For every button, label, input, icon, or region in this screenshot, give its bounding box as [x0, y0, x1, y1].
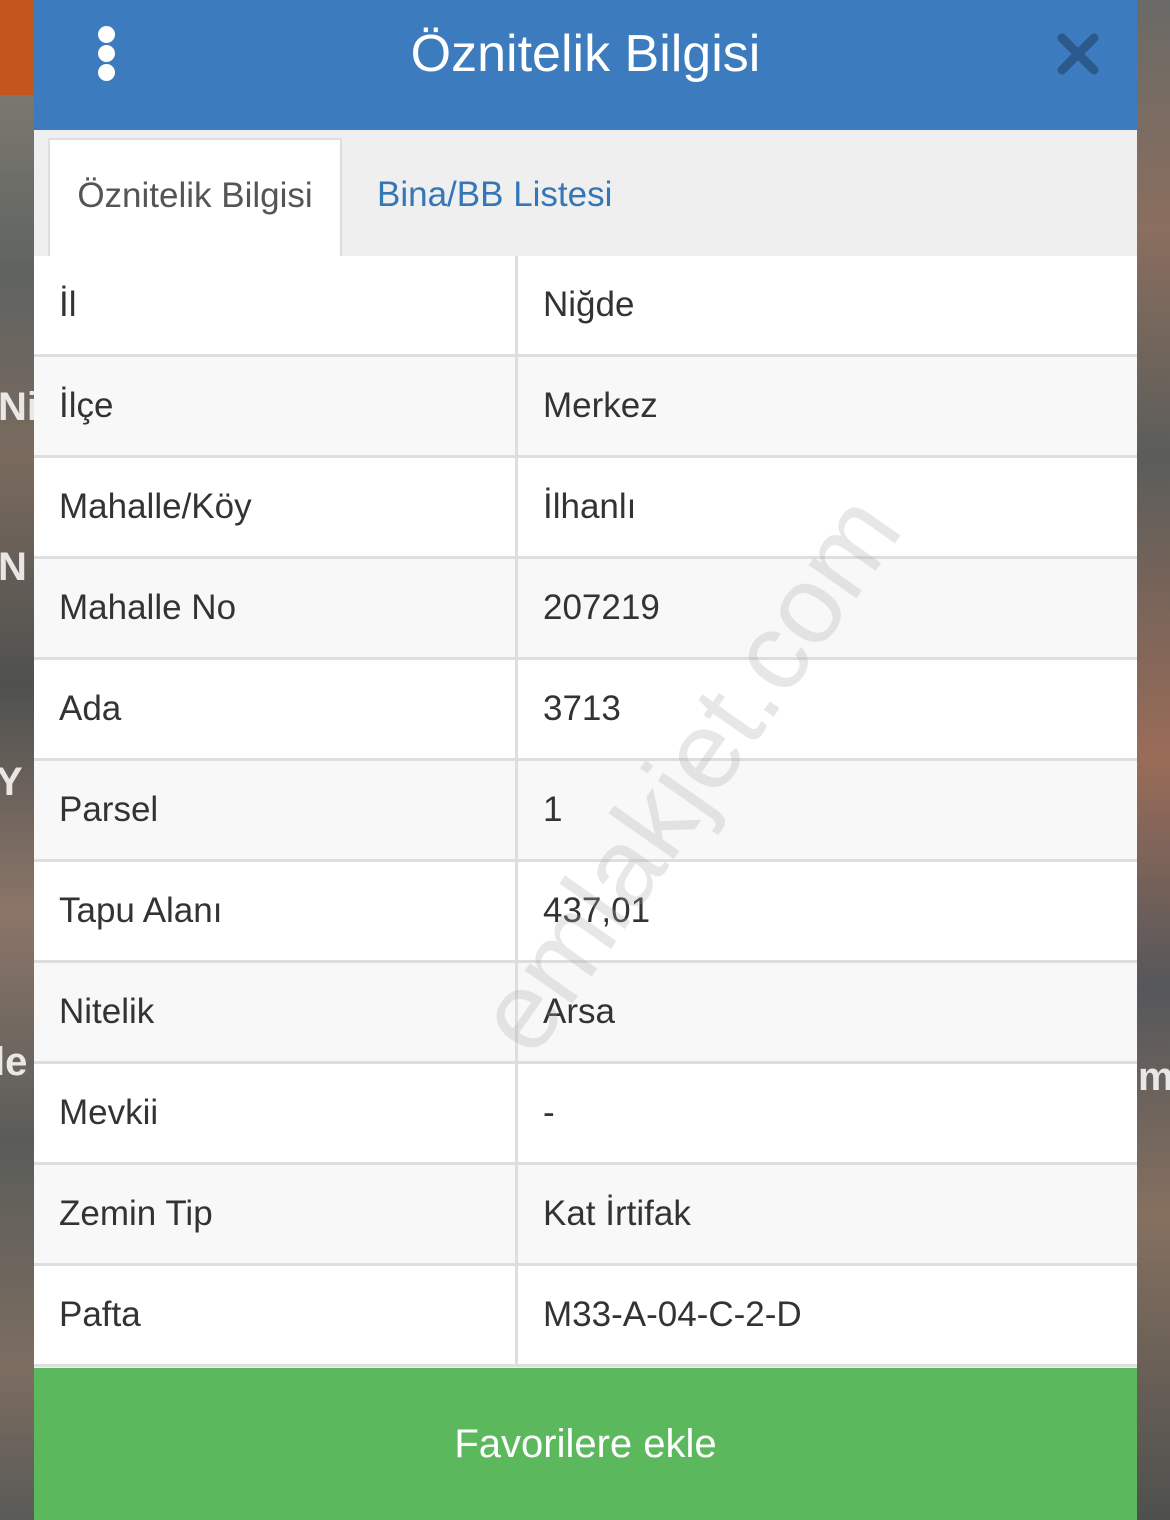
- row-label: Ada: [34, 660, 518, 758]
- row-label: Parsel: [34, 761, 518, 859]
- table-row: Mahalle No 207219: [34, 559, 1137, 660]
- row-label: Mahalle No: [34, 559, 518, 657]
- map-label: m: [1138, 1055, 1170, 1099]
- row-label: Zemin Tip: [34, 1165, 518, 1263]
- row-label: Tapu Alanı: [34, 862, 518, 960]
- dialog-title: Öznitelik Bilgisi: [410, 25, 761, 83]
- table-row: Nitelik Arsa: [34, 963, 1137, 1064]
- map-label: le: [0, 1040, 28, 1084]
- row-value: 437,01: [543, 891, 651, 930]
- row-label: İlçe: [34, 357, 518, 455]
- row-label: İl: [34, 256, 518, 354]
- table-row: Zemin Tip Kat İrtifak: [34, 1165, 1137, 1266]
- row-label: Mahalle/Köy: [34, 458, 518, 556]
- map-label: Ni: [0, 385, 38, 429]
- row-value: -: [543, 1093, 555, 1132]
- row-value: Merkez: [543, 386, 658, 425]
- row-value: 1: [543, 790, 563, 829]
- attribute-info-dialog: Öznitelik Bilgisi Öznitelik Bilgisi Bina…: [34, 0, 1137, 1520]
- table-row: Pafta M33-A-04-C-2-D: [34, 1266, 1137, 1367]
- table-row: İl Niğde: [34, 256, 1137, 357]
- tab-bar: Öznitelik Bilgisi Bina/BB Listesi: [34, 130, 1137, 259]
- tab-attribute-info[interactable]: Öznitelik Bilgisi: [48, 138, 342, 259]
- tab-building-list[interactable]: Bina/BB Listesi: [360, 138, 660, 256]
- map-marker-area: [0, 0, 34, 95]
- table-row: Ada 3713: [34, 660, 1137, 761]
- row-label: Pafta: [34, 1266, 518, 1364]
- map-strip-right: [1137, 0, 1170, 1520]
- row-value: Kat İrtifak: [543, 1194, 691, 1233]
- table-row: İlçe Merkez: [34, 357, 1137, 458]
- row-value: 207219: [543, 588, 660, 627]
- row-label: Nitelik: [34, 963, 518, 1061]
- row-value: Niğde: [543, 285, 635, 324]
- table-row: Mevkii -: [34, 1064, 1137, 1165]
- close-icon[interactable]: [1054, 30, 1102, 78]
- map-label: N: [0, 545, 27, 589]
- row-label: Mevkii: [34, 1064, 518, 1162]
- attribute-table: İl Niğde İlçe Merkez Mahalle/Köy İlhanlı…: [34, 256, 1137, 1367]
- dialog-header: Öznitelik Bilgisi: [34, 0, 1137, 130]
- table-row: Parsel 1: [34, 761, 1137, 862]
- table-row: Tapu Alanı 437,01: [34, 862, 1137, 963]
- row-value: İlhanlı: [543, 487, 637, 526]
- map-label: Y: [0, 760, 23, 804]
- table-row: Mahalle/Köy İlhanlı: [34, 458, 1137, 559]
- row-value: Arsa: [543, 992, 615, 1031]
- add-to-favorites-button[interactable]: Favorilere ekle: [34, 1368, 1137, 1520]
- row-value: M33-A-04-C-2-D: [543, 1295, 802, 1334]
- row-value: 3713: [543, 689, 621, 728]
